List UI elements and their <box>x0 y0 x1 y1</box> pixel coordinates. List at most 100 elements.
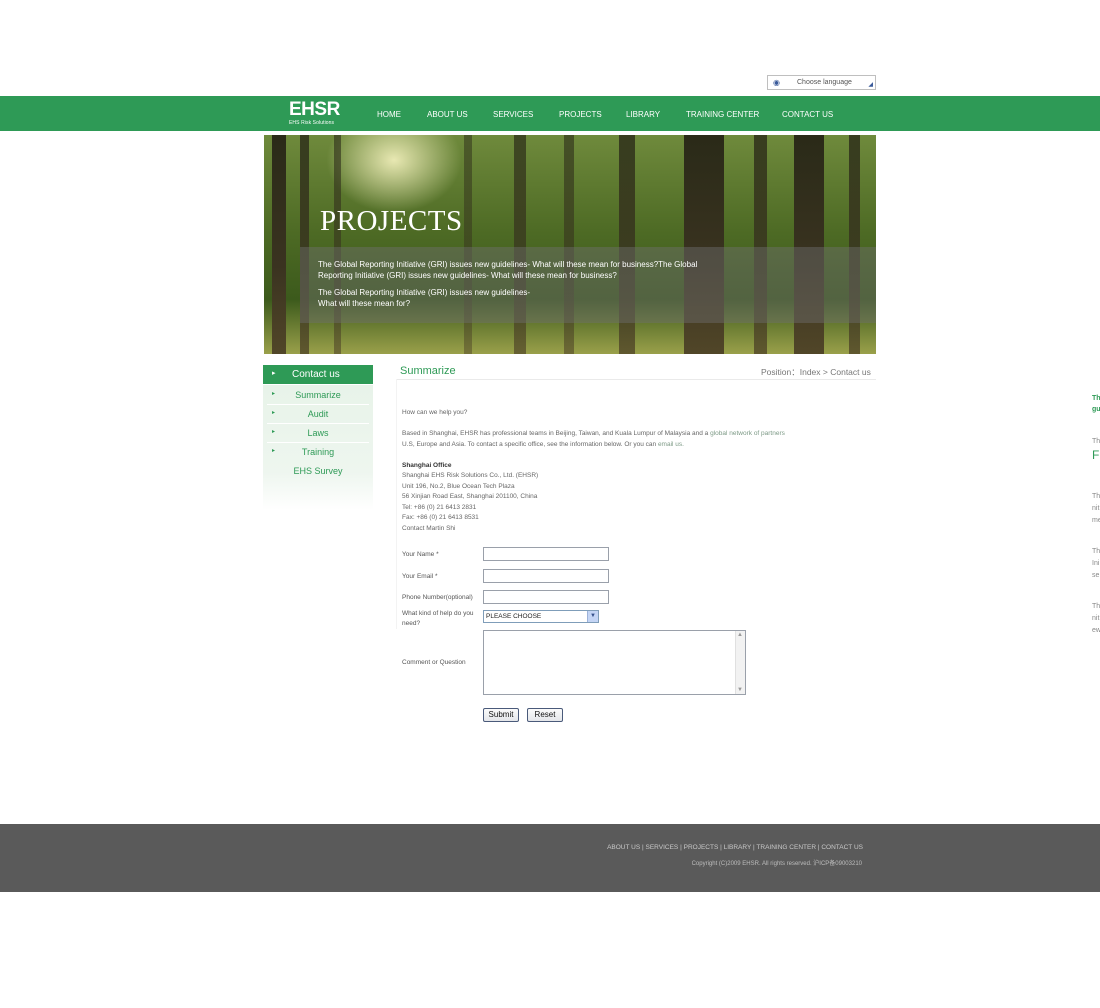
intro-text: U.S, Europe and Asia. To contact a speci… <box>402 441 658 448</box>
help-type-label: What kind of help do you <box>402 610 474 617</box>
footer <box>0 824 1100 892</box>
office-title: Shanghai Office <box>402 461 451 472</box>
copyright: Copyright (C)2009 EHSR. All rights reser… <box>691 861 862 867</box>
name-field[interactable] <box>483 547 609 561</box>
logo-subtitle: EHS Risk Solutions <box>289 120 335 126</box>
scroll-down-icon[interactable]: ▼ <box>737 687 743 693</box>
breadcrumb: Position：Index > Contact us <box>761 367 871 377</box>
language-selector[interactable]: ◉ Choose language ◢ <box>767 75 876 90</box>
nav-projects[interactable]: PROJECTS <box>559 110 602 119</box>
name-label: Your Name * <box>402 551 439 558</box>
phone-label: Phone Number(optional) <box>402 594 473 601</box>
footer-link-projects[interactable]: PROJECTS <box>684 844 719 851</box>
sidebar-item-laws[interactable]: ▸ Laws <box>263 424 373 442</box>
teaser-text: Th <box>1092 493 1100 500</box>
page-title: Summarize <box>400 365 456 377</box>
sidebar-item-audit[interactable]: ▸ Audit <box>263 405 373 423</box>
teaser-text: Th <box>1092 548 1100 555</box>
footer-separator: | <box>720 844 722 851</box>
hero-banner: PROJECTS The Global Reporting Initiative… <box>264 135 876 354</box>
email-label: Your Email * <box>402 573 438 580</box>
sidebar-item-label: Audit <box>307 409 329 419</box>
logo[interactable]: EHSR EHS Risk Solutions <box>289 100 349 128</box>
comment-textarea[interactable]: ▲ ▼ <box>483 630 746 695</box>
nav-about-us[interactable]: ABOUT US <box>427 110 468 119</box>
footer-separator: | <box>817 844 820 851</box>
globe-icon: ◉ <box>773 78 780 87</box>
office-line: 56 Xinjian Road East, Shanghai 201100, C… <box>402 493 538 500</box>
footer-link-about-us[interactable]: ABOUT US <box>607 844 640 851</box>
teaser-text: Th <box>1092 438 1100 445</box>
hero-text-line: Reporting Initiative (GRI) issues new gu… <box>318 271 617 280</box>
help-question: How can we help you? <box>402 409 468 416</box>
resize-corner-icon: ◢ <box>868 82 873 88</box>
hero-text-line: The Global Reporting Initiative (GRI) is… <box>318 288 531 297</box>
sidebar-item-label: EHS Survey <box>293 466 343 476</box>
office-title-text: Shanghai Office <box>402 462 452 469</box>
footer-separator: | <box>753 844 755 851</box>
office-line: Fax: +86 (0) 21 6413 8531 <box>402 514 479 521</box>
footer-links: ABOUT US | SERVICES | PROJECTS | LIBRARY… <box>607 844 863 851</box>
sidebar-item-label: Training <box>301 447 335 457</box>
teaser-text: gu <box>1092 406 1100 413</box>
sidebar-item-label: Summarize <box>295 390 341 400</box>
hero-text-line: What will these mean for? <box>318 299 411 308</box>
nav-home[interactable]: HOME <box>377 110 401 119</box>
sidebar-menu: ▸ Summarize ▸ Audit ▸ Laws ▸ Training EH… <box>263 385 373 510</box>
teaser-text: me <box>1092 517 1100 524</box>
footer-link-library[interactable]: LIBRARY <box>724 844 752 851</box>
phone-field[interactable] <box>483 590 609 604</box>
submit-button[interactable]: Submit <box>483 708 519 722</box>
email-field[interactable] <box>483 569 609 583</box>
footer-link-contact-us[interactable]: CONTACT US <box>821 844 863 851</box>
hero-title: PROJECTS <box>320 205 463 237</box>
global-network-link[interactable]: global network of partners <box>710 430 785 437</box>
footer-separator: | <box>642 844 644 851</box>
teaser-text: Th <box>1092 395 1100 402</box>
teaser-text: F <box>1092 450 1100 461</box>
teaser-text: nit <box>1092 615 1100 622</box>
sidebar-header-label: Contact us <box>292 369 340 380</box>
office-line: Shanghai EHS Risk Solutions Co., Ltd. (E… <box>402 472 539 479</box>
scrollbar[interactable]: ▲ ▼ <box>735 631 745 694</box>
divider <box>396 379 397 629</box>
tree-trunk <box>272 135 286 354</box>
comment-label: Comment or Question <box>402 659 466 666</box>
intro-text: Based in Shanghai, EHSR has professional… <box>402 430 711 437</box>
sidebar-item-training[interactable]: ▸ Training <box>263 443 373 461</box>
intro-line: Based in Shanghai, EHSR has professional… <box>402 429 785 440</box>
sidebar-item-label: Laws <box>307 428 329 438</box>
footer-link-services[interactable]: SERVICES <box>646 844 679 851</box>
triangle-right-icon: ▸ <box>272 370 276 377</box>
teaser-text: Th <box>1092 603 1100 610</box>
chevron-down-icon[interactable]: ▼ <box>587 611 598 622</box>
sidebar-item-ehs-survey[interactable]: EHS Survey <box>263 462 373 480</box>
language-label: Choose language <box>797 79 852 86</box>
hero-text-line: The Global Reporting Initiative (GRI) is… <box>318 260 698 269</box>
footer-link-training-center[interactable]: TRAINING CENTER <box>756 844 816 851</box>
nav-training-center[interactable]: TRAINING CENTER <box>686 110 759 119</box>
help-type-label: need? <box>402 620 421 627</box>
email-us-link[interactable]: email us. <box>658 441 684 448</box>
reset-button[interactable]: Reset <box>527 708 563 722</box>
teaser-text: Ini <box>1092 560 1100 567</box>
teaser-text: ew <box>1092 627 1100 634</box>
divider <box>396 379 876 380</box>
teaser-text: se <box>1092 572 1100 579</box>
footer-separator: | <box>680 844 682 851</box>
nav-library[interactable]: LIBRARY <box>626 110 660 119</box>
nav-contact-us[interactable]: CONTACT US <box>782 110 833 119</box>
help-type-select[interactable]: PLEASE CHOOSE ▼ <box>483 610 599 623</box>
logo-mark: EHSR <box>289 99 340 120</box>
office-line: Unit 196, No.2, Blue Ocean Tech Plaza <box>402 483 515 490</box>
office-line: Tel: +86 (0) 21 6413 2831 <box>402 504 477 511</box>
scroll-up-icon[interactable]: ▲ <box>737 632 743 638</box>
teaser-text: nit <box>1092 505 1100 512</box>
help-type-value: PLEASE CHOOSE <box>486 613 542 620</box>
office-line: Contact Martin Shi <box>402 525 456 532</box>
nav-services[interactable]: SERVICES <box>493 110 533 119</box>
sidebar-item-summarize[interactable]: ▸ Summarize <box>263 386 373 404</box>
sidebar-header[interactable]: ▸ Contact us <box>263 365 373 384</box>
main-nav-bar <box>0 96 1100 131</box>
intro-line: U.S, Europe and Asia. To contact a speci… <box>402 440 684 451</box>
